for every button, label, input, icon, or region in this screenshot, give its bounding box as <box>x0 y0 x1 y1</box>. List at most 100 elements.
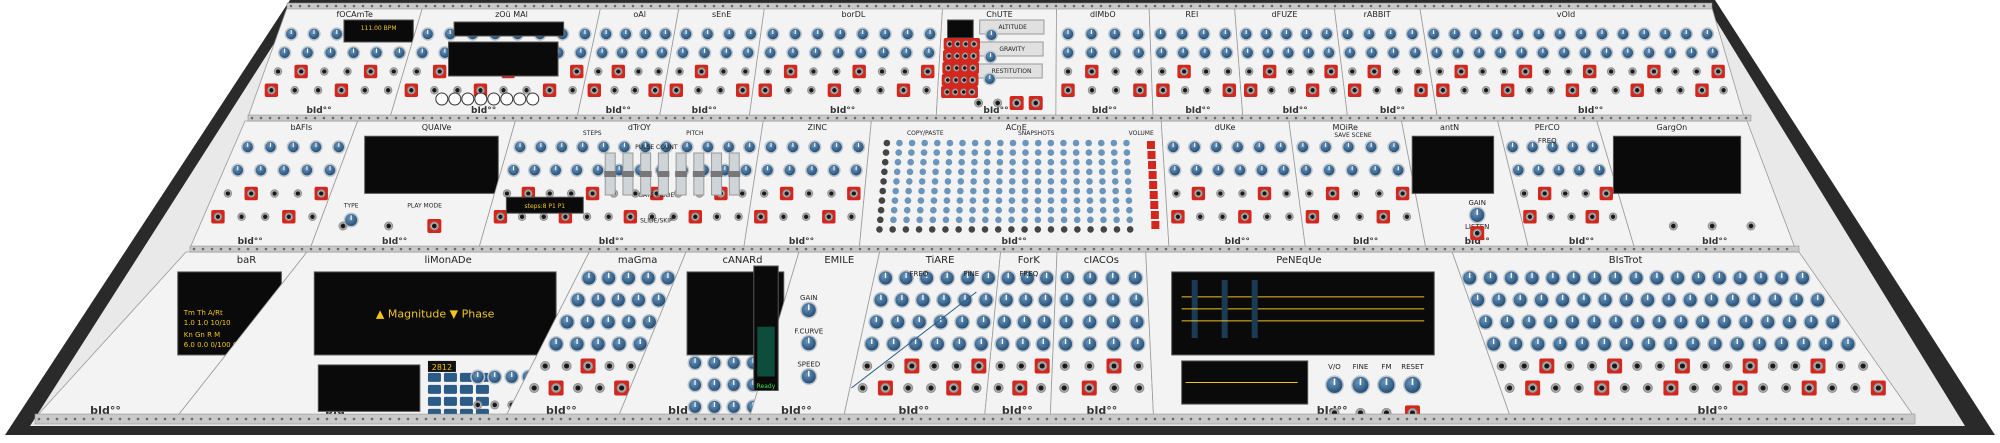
acne-matrix-knob[interactable] <box>1034 226 1042 233</box>
acne-matrix-knob[interactable] <box>881 158 889 166</box>
module-0-10-ctrl-jack[interactable] <box>1676 86 1685 95</box>
module-0-7-ctrl-jack[interactable] <box>1201 67 1211 76</box>
acne-matrix-knob[interactable] <box>969 187 977 195</box>
acne-matrix-knob[interactable] <box>995 216 1002 224</box>
acne-matrix-knob[interactable] <box>1087 216 1094 224</box>
module-1-5-ctrl-jack[interactable] <box>1172 189 1181 198</box>
module-0-7-ctrl-jack[interactable] <box>1180 86 1190 95</box>
acne-matrix-knob[interactable] <box>1125 187 1132 195</box>
module-0-8-ctrl-jack[interactable] <box>1285 67 1295 76</box>
module-2-2-ctrl-jack[interactable] <box>529 383 540 393</box>
acne-matrix-knob[interactable] <box>1060 168 1067 176</box>
qualve-jack[interactable] <box>384 221 394 231</box>
acne-matrix-knob[interactable] <box>916 206 924 214</box>
acne-matrix-knob[interactable] <box>917 197 925 204</box>
module-0-4-ctrl-jack[interactable] <box>854 67 864 76</box>
keypad-key[interactable] <box>427 384 441 394</box>
acne-matrix-knob[interactable] <box>1085 139 1092 147</box>
module-0-10-ctrl-jack[interactable] <box>1697 86 1707 95</box>
module-0-3-ctrl-jack[interactable] <box>719 67 728 76</box>
module-1-3-ctrl-jack[interactable] <box>801 212 811 221</box>
acne-matrix-knob[interactable] <box>984 149 991 156</box>
acne-out-jack[interactable] <box>1149 181 1158 189</box>
limonade-jack[interactable] <box>490 400 500 410</box>
acne-matrix-knob[interactable] <box>1060 187 1068 195</box>
acne-matrix-knob[interactable] <box>1022 139 1029 147</box>
module-1-5-ctrl-jack[interactable] <box>1196 212 1205 221</box>
module-2-9-ctrl-jack[interactable] <box>1550 383 1561 393</box>
acne-matrix-knob[interactable] <box>916 216 923 224</box>
module-2-7-ctrl-jack[interactable] <box>1133 361 1144 371</box>
acne-matrix-knob[interactable] <box>958 149 966 156</box>
module-1-6-ctrl-jack[interactable] <box>1328 189 1337 198</box>
module-0-3-ctrl-jack[interactable] <box>675 67 684 76</box>
module-0-4-ctrl-jack[interactable] <box>877 67 887 76</box>
module-1-2-ctrl-jack[interactable] <box>502 189 512 198</box>
module-2-5-ctrl-jack[interactable] <box>880 383 891 393</box>
module-0-0-ctrl-jack[interactable] <box>267 86 276 95</box>
acne-matrix-knob[interactable] <box>1126 206 1133 214</box>
module-1-8-ctrl-jack[interactable] <box>1519 189 1529 198</box>
module-0-6-ctrl-jack[interactable] <box>1111 67 1120 76</box>
module-0-2-ctrl-jack[interactable] <box>654 67 663 76</box>
module-0-10-ctrl-jack[interactable] <box>1611 86 1620 95</box>
module-0-10-ctrl-jack[interactable] <box>1589 86 1599 95</box>
module-0-9-ctrl-jack[interactable] <box>1372 86 1381 95</box>
acne-matrix-knob[interactable] <box>931 187 938 195</box>
acne-matrix-knob[interactable] <box>1098 149 1105 156</box>
module-0-1-ctrl-jack[interactable] <box>412 67 421 76</box>
acne-matrix-knob[interactable] <box>1085 168 1093 176</box>
acne-matrix-knob[interactable] <box>1008 197 1016 204</box>
module-2-9-ctrl-jack[interactable] <box>1699 361 1710 371</box>
acne-matrix-knob[interactable] <box>995 197 1003 204</box>
acne-matrix-knob[interactable] <box>891 197 899 204</box>
acne-matrix-knob[interactable] <box>906 168 914 176</box>
acne-matrix-knob[interactable] <box>1060 139 1067 147</box>
acne-matrix-knob[interactable] <box>1099 197 1107 204</box>
acne-matrix-knob[interactable] <box>1112 206 1120 214</box>
module-0-10-ctrl-jack[interactable] <box>1499 67 1509 76</box>
module-0-4-ctrl-jack[interactable] <box>922 86 931 95</box>
acne-matrix-knob[interactable] <box>1021 206 1029 214</box>
acne-matrix-knob[interactable] <box>915 226 923 233</box>
module-0-4-ctrl-jack[interactable] <box>832 67 841 76</box>
acne-matrix-knob[interactable] <box>1034 149 1042 156</box>
acne-matrix-knob[interactable] <box>892 187 899 195</box>
module-1-3-ctrl-jack[interactable] <box>849 189 859 198</box>
acne-out-jack[interactable] <box>1150 211 1159 219</box>
module-0-1-ctrl-jack[interactable] <box>568 86 577 95</box>
module-1-0-ctrl-jack[interactable] <box>317 189 326 198</box>
acne-matrix-knob[interactable] <box>945 158 953 166</box>
acne-matrix-knob[interactable] <box>1124 168 1132 176</box>
module-0-10-ctrl-jack[interactable] <box>1719 86 1728 95</box>
module-0-0-ctrl-jack[interactable] <box>313 86 323 95</box>
module-0-4-ctrl-jack[interactable] <box>900 67 910 76</box>
acne-matrix-knob[interactable] <box>1073 178 1080 185</box>
module-0-10-ctrl-jack[interactable] <box>1438 86 1448 95</box>
acne-matrix-knob[interactable] <box>983 158 991 166</box>
acne-matrix-knob[interactable] <box>1047 168 1055 176</box>
module-2-2-ctrl-jack[interactable] <box>604 361 615 371</box>
module-0-4-ctrl-jack[interactable] <box>809 67 818 76</box>
module-2-5-ctrl-jack[interactable] <box>884 361 895 371</box>
acne-matrix-knob[interactable] <box>918 187 925 195</box>
module-2-7-ctrl-jack[interactable] <box>1134 383 1145 393</box>
module-2-9-ctrl-jack[interactable] <box>1745 361 1756 371</box>
chute-jack[interactable] <box>969 64 977 72</box>
module-1-6-ctrl-jack[interactable] <box>1331 212 1341 221</box>
module-1-2-ctrl-jack[interactable] <box>524 189 533 198</box>
chute-bottom-jack[interactable] <box>1012 98 1022 108</box>
module-0-2-ctrl-jack[interactable] <box>650 86 660 95</box>
module-1-5-ctrl-jack[interactable] <box>1240 212 1250 221</box>
acne-matrix-knob[interactable] <box>1123 149 1131 156</box>
module-0-4-ctrl-jack[interactable] <box>876 86 885 95</box>
acne-matrix-knob[interactable] <box>968 226 976 233</box>
acne-matrix-knob[interactable] <box>1086 187 1094 195</box>
module-2-5-ctrl-jack[interactable] <box>971 383 982 393</box>
module-2-9-ctrl-jack[interactable] <box>1573 383 1584 393</box>
zou-step-button[interactable] <box>448 92 462 106</box>
module-0-10-ctrl-jack[interactable] <box>1585 67 1594 76</box>
module-1-3-ctrl-jack[interactable] <box>824 212 834 221</box>
module-2-9-ctrl-jack[interactable] <box>1632 361 1643 371</box>
acne-matrix-knob[interactable] <box>945 168 952 176</box>
